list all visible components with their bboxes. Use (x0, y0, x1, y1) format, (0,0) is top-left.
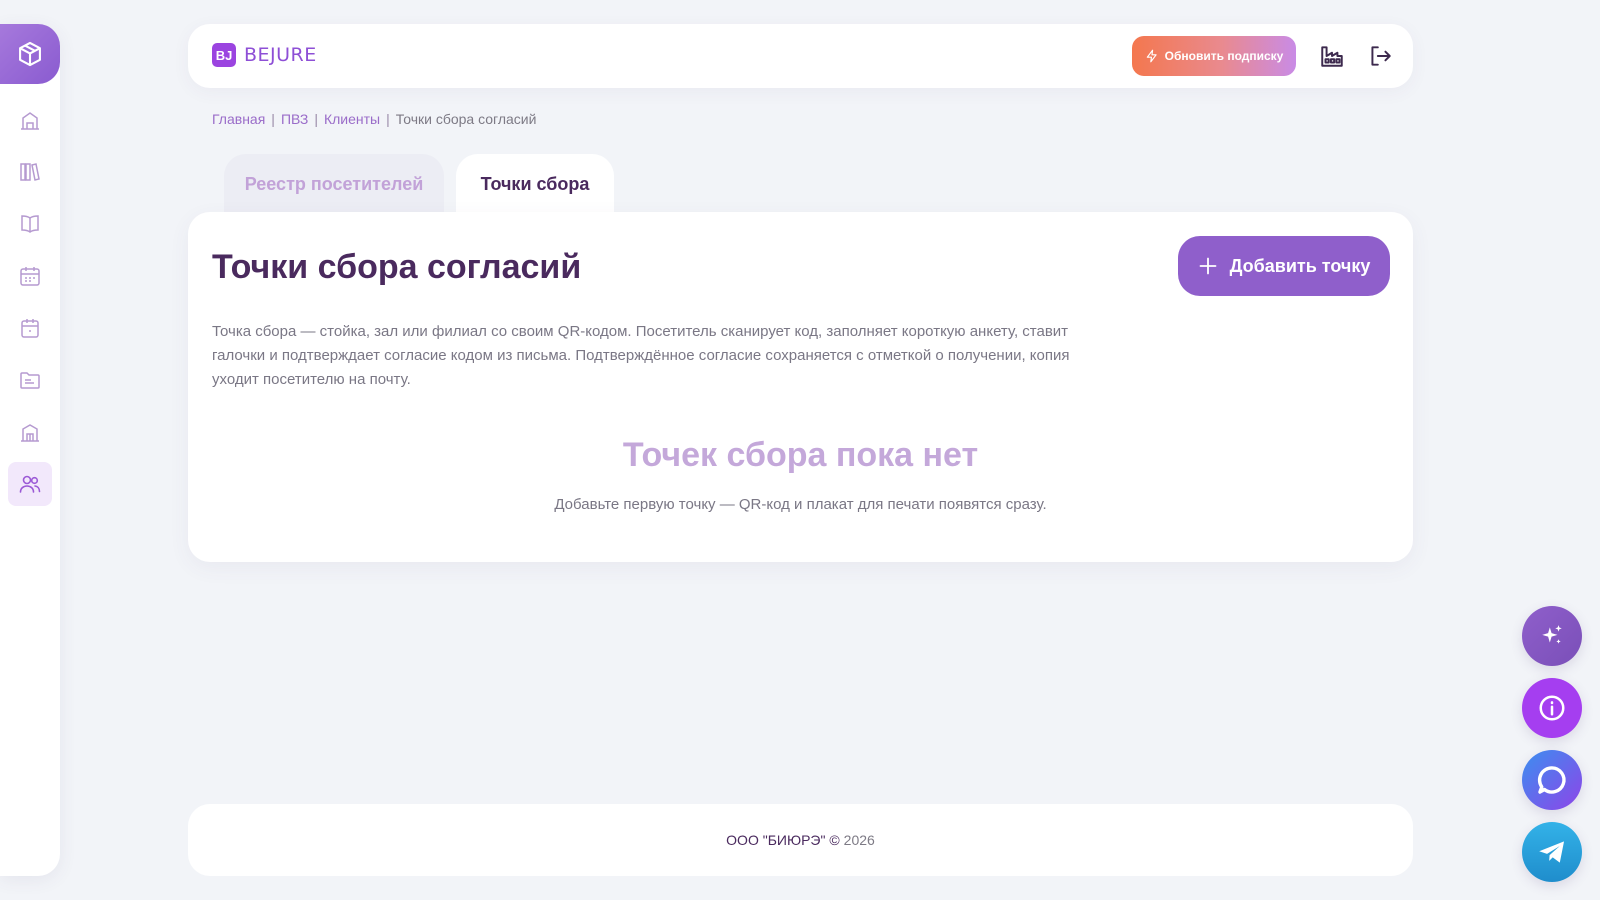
breadcrumb-current: Точки сбора согласий (395, 111, 537, 127)
ai-assistant-button[interactable] (1522, 606, 1582, 666)
sidebar-item-calendar[interactable] (8, 306, 52, 350)
logout-button[interactable] (1366, 42, 1394, 70)
brand-badge: BJ (212, 43, 236, 67)
users-icon (19, 475, 41, 493)
library-icon (20, 163, 40, 181)
add-point-button[interactable]: Добавить точку (1178, 236, 1390, 296)
sparkles-icon (1542, 625, 1562, 644)
add-point-label: Добавить точку (1229, 255, 1371, 276)
chat-bubble-icon (1537, 766, 1566, 794)
calendar-icon (21, 319, 39, 338)
upgrade-subscription-label: Обновить подписку (1164, 49, 1284, 63)
info-button[interactable] (1522, 678, 1582, 738)
breadcrumb: Главная | ПВЗ | Клиенты | Точки сбора согласий (212, 111, 537, 127)
breadcrumb-home[interactable]: Главная (212, 111, 265, 127)
breadcrumb-clients[interactable]: Клиенты (324, 111, 380, 127)
telegram-button[interactable] (1522, 822, 1582, 882)
factory-icon (1321, 46, 1343, 67)
info-icon (1539, 695, 1565, 721)
sidebar-item-buildings[interactable] (8, 98, 52, 142)
cube-icon (19, 41, 41, 67)
folder-icon (20, 372, 40, 389)
plus-icon (1199, 257, 1217, 275)
page-title: Точки сбора согласий (212, 248, 582, 286)
sidebar-item-book[interactable] (8, 202, 52, 246)
breadcrumb-pvz[interactable]: ПВЗ (281, 111, 308, 127)
brand-name: BEJURE (244, 44, 317, 66)
footer-company: ООО "БИЮРЭ" © (726, 832, 840, 848)
telegram-icon (1539, 841, 1565, 863)
lightning-icon (1146, 49, 1157, 63)
empty-state-title: Точек сбора пока нет (622, 436, 979, 474)
chat-button[interactable] (1522, 750, 1582, 810)
upgrade-subscription-button[interactable]: Обновить подписку (1132, 36, 1296, 76)
sidebar-item-warehouse[interactable] (8, 410, 52, 454)
book-icon (21, 215, 39, 233)
collection-points-card: Точки сбора согласий Добавить точку Точк… (188, 212, 1413, 562)
brand-logo[interactable]: BJ BEJURE (212, 43, 317, 67)
sidebar-item-schedule[interactable] (8, 254, 52, 298)
building-icon (21, 112, 39, 130)
sidebar-item-library[interactable] (8, 150, 52, 194)
page-description: Точка сбора — стойка, зал или филиал со … (212, 323, 1070, 388)
tab-visitor-registry[interactable]: Реестр посетителей (224, 154, 444, 214)
top-header: BJ BEJURE Обновить подписку (188, 24, 1413, 88)
calendar-grid-icon (20, 267, 40, 286)
organization-button[interactable] (1318, 42, 1346, 70)
empty-state-text: Добавьте первую точку — QR-код и плакат … (554, 496, 1047, 513)
footer-year: 2026 (843, 832, 875, 848)
sidebar-item-clients[interactable] (8, 462, 52, 506)
tab-collection-points[interactable]: Точки сбора (456, 154, 614, 214)
warehouse-icon (21, 424, 39, 442)
logout-icon (1371, 46, 1391, 66)
footer: ООО "БИЮРЭ" © 2026 (188, 804, 1413, 876)
sidebar-logo-button[interactable] (0, 24, 60, 84)
sidebar (0, 24, 60, 876)
sidebar-item-documents[interactable] (8, 358, 52, 402)
